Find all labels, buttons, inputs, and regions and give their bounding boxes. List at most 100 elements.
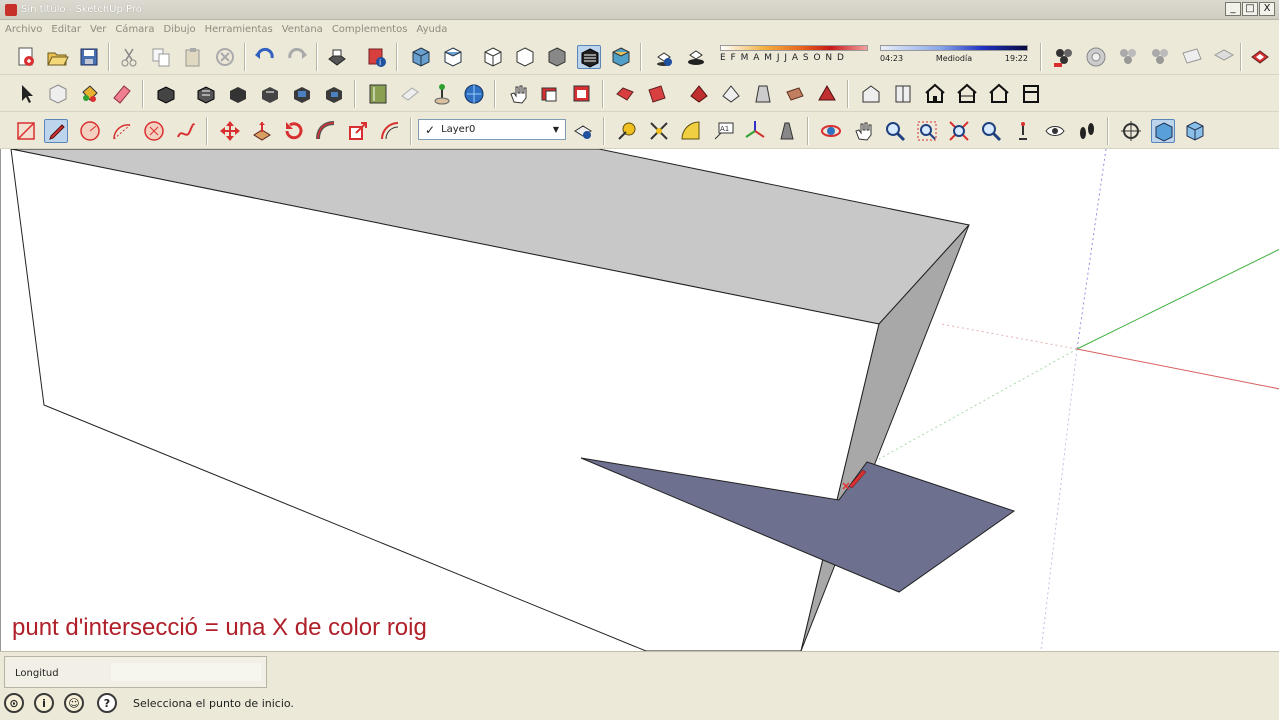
follow-me-icon[interactable]	[314, 119, 338, 143]
maximize-button[interactable]: □	[1242, 2, 1258, 16]
shadow-settings-icon[interactable]	[652, 45, 676, 69]
credits-status-icon[interactable]: i	[34, 693, 54, 713]
text-label-icon[interactable]: A1	[711, 119, 735, 143]
menu-dibujo[interactable]: Dibujo	[164, 24, 196, 35]
shaded-textures-icon[interactable]	[609, 45, 633, 69]
zoom-icon[interactable]	[883, 119, 907, 143]
shadow-time-slider[interactable]: 04:23 Mediodía 19:22	[880, 45, 1028, 63]
styles-icon[interactable]	[1116, 45, 1140, 69]
house-left-icon[interactable]	[987, 82, 1011, 106]
arc-icon[interactable]	[258, 82, 282, 106]
line-icon[interactable]	[194, 82, 218, 106]
erase-icon[interactable]	[213, 45, 237, 69]
paste-icon[interactable]	[181, 45, 205, 69]
drape-icon[interactable]	[751, 82, 775, 106]
scale-icon[interactable]	[346, 119, 370, 143]
section-plane-icon[interactable]	[366, 82, 390, 106]
menu-complementos[interactable]: Complementos	[332, 24, 408, 35]
chevron-down-icon[interactable]: ▼	[549, 122, 563, 137]
stamp-icon[interactable]	[719, 82, 743, 106]
minimize-button[interactable]: _	[1225, 2, 1241, 16]
share-model-icon[interactable]	[570, 82, 594, 106]
layer-manager-icon[interactable]	[571, 119, 595, 143]
measurements-input[interactable]	[111, 663, 261, 681]
orbit-icon[interactable]	[819, 119, 843, 143]
section-cuts-icon[interactable]	[1183, 119, 1207, 143]
shadow-month-slider[interactable]: E F M A M J J A S O N D	[720, 45, 868, 63]
menu-camara[interactable]: Cámara	[115, 24, 154, 35]
text-icon[interactable]	[398, 82, 422, 106]
protractor-icon[interactable]	[679, 119, 703, 143]
dimension-icon[interactable]	[647, 119, 671, 143]
house-iso-icon[interactable]	[859, 82, 883, 106]
geo-location-icon[interactable]	[462, 82, 486, 106]
menu-ver[interactable]: Ver	[90, 24, 106, 35]
modeling-viewport[interactable]: punt d'intersecció = una X de color roig	[0, 149, 1279, 651]
select-icon[interactable]	[14, 82, 38, 106]
look-around-icon[interactable]	[1043, 119, 1067, 143]
open-icon[interactable]	[45, 45, 69, 69]
menu-ventana[interactable]: Ventana	[282, 24, 323, 35]
house-back-icon[interactable]	[955, 82, 979, 106]
save-icon[interactable]	[77, 45, 101, 69]
top-view-icon[interactable]	[441, 45, 465, 69]
section-display-icon[interactable]	[1151, 119, 1175, 143]
user-status-icon[interactable]: ☺	[64, 693, 84, 713]
previous-view-icon[interactable]	[979, 119, 1003, 143]
photo-textures-icon[interactable]	[1180, 45, 1204, 69]
make-component-icon[interactable]	[46, 82, 70, 106]
rectangle-tool-icon[interactable]	[14, 119, 38, 143]
help-icon[interactable]: ?	[97, 693, 117, 713]
circle-icon[interactable]	[226, 82, 250, 106]
flip-edge-icon[interactable]	[815, 82, 839, 106]
hidden-line-icon[interactable]	[545, 45, 569, 69]
rectangle-icon[interactable]	[154, 82, 178, 106]
rotate-icon[interactable]	[282, 119, 306, 143]
menu-herramientas[interactable]: Herramientas	[205, 24, 273, 35]
freehand-tool-icon[interactable]	[174, 119, 198, 143]
scenes-icon[interactable]	[1148, 45, 1172, 69]
3d-text-icon[interactable]	[430, 82, 454, 106]
add-detail-icon[interactable]	[783, 82, 807, 106]
close-button[interactable]: X	[1259, 2, 1275, 16]
eraser-icon[interactable]	[110, 82, 134, 106]
circle-tool-icon[interactable]	[78, 119, 102, 143]
freehand-icon[interactable]	[322, 82, 346, 106]
offset-icon[interactable]	[378, 119, 402, 143]
house-front-icon[interactable]	[923, 82, 947, 106]
grid-icon[interactable]	[645, 82, 669, 106]
house-side-icon[interactable]	[891, 82, 915, 106]
polygon-tool-icon[interactable]	[142, 119, 166, 143]
zoom-window-icon[interactable]	[915, 119, 939, 143]
print-icon[interactable]	[325, 45, 349, 69]
iso-view-icon[interactable]	[409, 45, 433, 69]
position-camera-icon[interactable]	[1011, 119, 1035, 143]
copy-icon[interactable]	[149, 45, 173, 69]
undo-icon[interactable]	[253, 45, 277, 69]
pencil-icon[interactable]	[44, 119, 68, 143]
push-shape-icon[interactable]	[613, 82, 637, 106]
arc-tool-icon[interactable]	[110, 119, 134, 143]
zoom-extents-icon[interactable]	[947, 119, 971, 143]
xray-icon[interactable]	[481, 45, 505, 69]
walk-icon[interactable]	[1075, 119, 1099, 143]
smoove-icon[interactable]	[687, 82, 711, 106]
house-right-icon[interactable]	[1019, 82, 1043, 106]
polygon-icon[interactable]	[290, 82, 314, 106]
materials-icon[interactable]	[1084, 45, 1108, 69]
wireframe-icon[interactable]	[513, 45, 537, 69]
shaded-icon[interactable]	[577, 45, 601, 69]
layer-select[interactable]: ✓ Layer0 ▼	[418, 119, 566, 140]
components-icon[interactable]	[1052, 45, 1076, 69]
cut-icon[interactable]	[117, 45, 141, 69]
section-plane-tool-icon[interactable]	[1119, 119, 1143, 143]
extension-warehouse-icon[interactable]	[1248, 45, 1272, 69]
tape-measure-icon[interactable]	[615, 119, 639, 143]
menu-archivo[interactable]: Archivo	[5, 24, 42, 35]
new-icon[interactable]	[14, 45, 38, 69]
stack-icon[interactable]	[538, 82, 562, 106]
redo-icon[interactable]	[285, 45, 309, 69]
geo-location-status-icon[interactable]: ⊙	[4, 693, 24, 713]
3d-text-tool-icon[interactable]	[775, 119, 799, 143]
model-info-icon[interactable]: i	[365, 45, 389, 69]
